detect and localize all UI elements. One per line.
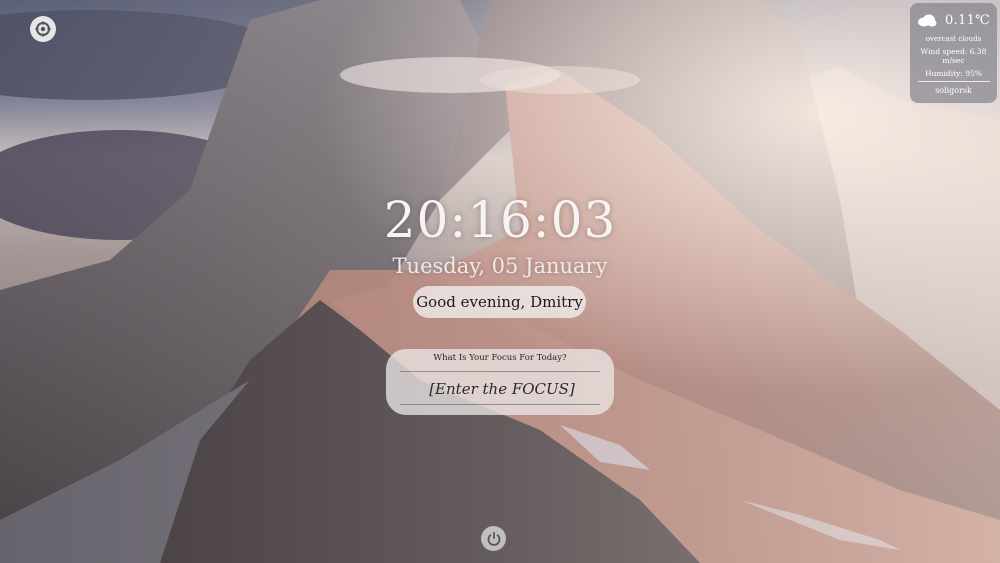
weather-divider [917,81,990,82]
focus-question: What Is Your Focus For Today? [433,353,567,363]
weather-humidity: Humidity: 95% [925,69,982,78]
clock-time: 20:16:03 [383,191,617,249]
weather-wind: Wind speed: 6.38 m/sec [920,47,987,65]
greeting-badge: Good evening, Dmitry [413,286,586,318]
focus-divider-bottom [400,404,600,405]
cloud-icon [918,14,937,27]
mountain-background [0,0,1000,563]
weather-header: 0.11℃ [910,9,997,31]
weather-widget: 0.11℃ overcast clouds Wind speed: 6.38 m… [910,3,997,103]
power-icon [487,531,500,546]
greeting-text: Good evening, Dmitry [416,293,583,311]
weather-city: soligorsk [935,86,972,95]
focus-input[interactable] [400,375,604,403]
power-button[interactable] [481,526,506,551]
settings-icon [35,21,51,37]
app-root: 0.11℃ overcast clouds Wind speed: 6.38 m… [0,0,1000,563]
weather-description: overcast clouds [925,35,982,43]
focus-panel: What Is Your Focus For Today? [386,349,614,415]
settings-button[interactable] [30,16,56,42]
weather-temperature: 0.11℃ [945,12,990,28]
clock-date: Tuesday, 05 January [392,254,608,278]
focus-divider-top [400,371,600,372]
